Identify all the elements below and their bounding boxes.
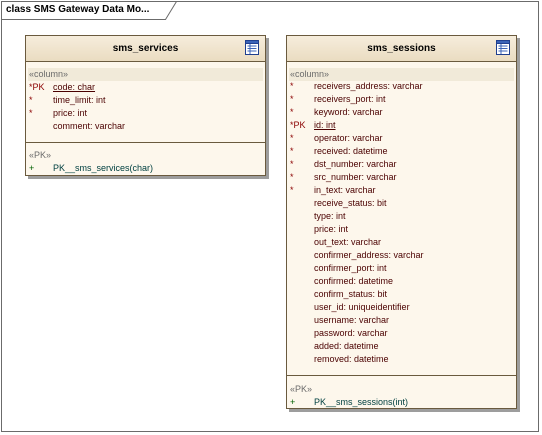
column-marker: * [290,107,294,117]
column-row[interactable]: * dst_number: varchar [287,159,516,172]
column-row[interactable]: removed: datetime [287,354,516,367]
table-icon [245,40,259,55]
diagram-title: class SMS Gateway Data Mo... [6,4,150,15]
column-row[interactable]: * keyword: varchar [287,107,516,120]
column-marker: * [290,159,294,169]
column-name: receive_status: bit [314,198,387,208]
column-row[interactable]: * time_limit: int [26,95,265,108]
table-header[interactable]: sms_services [26,36,265,62]
column-name: src_number: varchar [314,172,397,182]
column-name: password: varchar [314,328,388,338]
column-row[interactable]: *PK code: char [26,82,265,95]
column-marker: * [290,94,294,104]
column-row[interactable]: confirmed: datetime [287,276,516,289]
column-name: confirmed: datetime [314,276,394,286]
column-marker: *PK [29,82,45,92]
column-row[interactable]: confirm_status: bit [287,289,516,302]
column-marker: * [290,172,294,182]
column-row[interactable]: * price: int [26,108,265,121]
column-row[interactable]: * receivers_port: int [287,94,516,107]
diagram-frame-tab: class SMS Gateway Data Mo... [1,1,177,20]
column-name: operator: varchar [314,133,383,143]
operation-row[interactable]: + PK__sms_sessions(int) [287,397,516,410]
column-row[interactable]: receive_status: bit [287,198,516,211]
column-row[interactable]: added: datetime [287,341,516,354]
column-name: confirm_status: bit [314,289,388,299]
visibility-marker: + [290,397,296,407]
column-row[interactable]: out_text: varchar [287,237,516,250]
column-row[interactable]: confirmer_port: int [287,263,516,276]
table-header[interactable]: sms_sessions [287,36,516,62]
column-name: user_id: uniqueidentifier [314,302,410,312]
column-row[interactable]: password: varchar [287,328,516,341]
column-stereotype: «column» [290,69,330,79]
column-row[interactable]: price: int [287,224,516,237]
column-name: receivers_address: varchar [314,81,423,91]
table-title: sms_sessions [367,43,436,54]
operation-stereotype: «PK» [29,150,52,160]
column-name: username: varchar [314,315,390,325]
column-marker: * [29,108,33,118]
operation-row[interactable]: + PK__sms_services(char) [26,163,265,176]
column-name: confirmer_address: varchar [314,250,424,260]
table-title: sms_services [112,43,179,54]
primary-key-column: code: char [53,82,96,92]
column-marker: * [290,81,294,91]
column-name: received: datetime [314,146,388,156]
column-row[interactable]: type: int [287,211,516,224]
column-row[interactable]: comment: varchar [26,121,265,134]
column-row[interactable]: * in_text: varchar [287,185,516,198]
column-row[interactable]: * receivers_address: varchar [287,81,516,94]
column-name: dst_number: varchar [314,159,397,169]
column-stereotype: «column» [29,69,69,79]
table-sms-sessions[interactable]: sms_sessions «column» * receivers_address… [286,35,517,409]
column-name: added: datetime [314,341,379,351]
column-name: time_limit: int [53,95,106,105]
column-marker: * [290,133,294,143]
column-marker: * [290,185,294,195]
column-row[interactable]: * operator: varchar [287,133,516,146]
column-row[interactable]: * src_number: varchar [287,172,516,185]
visibility-marker: + [29,163,35,173]
column-name: comment: varchar [53,121,126,131]
operation-name: PK__sms_sessions(int) [314,397,409,407]
column-name: removed: datetime [314,354,389,364]
column-name: in_text: varchar [314,185,376,195]
column-row[interactable]: * received: datetime [287,146,516,159]
table-icon [496,40,510,55]
column-name: out_text: varchar [314,237,382,247]
column-row[interactable]: *PK id: int [287,120,516,133]
column-row[interactable]: user_id: uniqueidentifier [287,302,516,315]
column-name: type: int [314,211,346,221]
column-name: price: int [314,224,349,234]
column-marker: * [290,146,294,156]
column-name: keyword: varchar [314,107,383,117]
operation-name: PK__sms_services(char) [53,163,154,173]
operation-stereotype: «PK» [290,384,313,394]
table-sms-services[interactable]: sms_services «column» *PK code: char * time… [25,35,266,176]
section-divider [26,142,265,143]
section-divider [287,375,516,376]
column-row[interactable]: confirmer_address: varchar [287,250,516,263]
primary-key-column: id: int [314,120,336,130]
column-marker: *PK [290,120,306,130]
column-name: receivers_port: int [314,94,386,104]
column-name: price: int [53,108,88,118]
column-marker: * [29,95,33,105]
column-name: confirmer_port: int [314,263,387,273]
column-row[interactable]: username: varchar [287,315,516,328]
